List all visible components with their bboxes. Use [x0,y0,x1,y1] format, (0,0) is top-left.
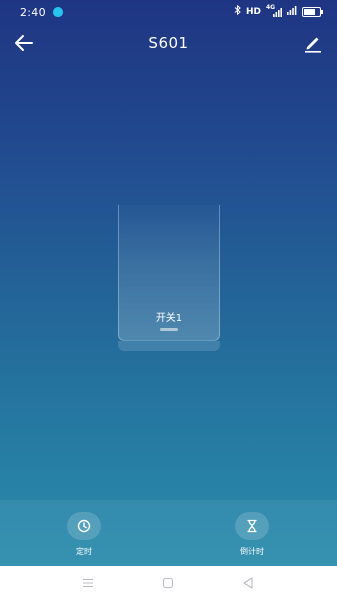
countdown-icon-circle [235,512,269,540]
status-bar: 2:40 HD 4G [0,0,337,26]
status-indicators: HD 4G [234,4,323,18]
timer-button[interactable]: 定时 [54,512,114,557]
nav-menu-button[interactable] [80,575,96,591]
hourglass-icon [247,519,257,533]
edit-button[interactable] [301,31,325,55]
app-notification-icon [53,7,63,17]
timer-icon-circle [67,512,101,540]
signal-icon: 4G [266,4,282,17]
switch-card-shadow [118,341,220,351]
page-title: S601 [148,34,189,52]
bluetooth-icon [234,4,241,18]
nav-home-button[interactable] [160,575,176,591]
switch-indicator [160,328,178,331]
pencil-icon [305,37,321,53]
system-nav-bar [0,566,337,600]
switch-button[interactable]: 开关1 [118,205,220,341]
hd-label: HD [245,6,261,17]
clock-icon [77,519,91,533]
switch-label: 开关1 [155,313,183,324]
nav-back-button[interactable] [240,575,256,591]
app-header: S601 [0,26,337,60]
menu-icon [83,578,93,588]
battery-icon [302,6,323,17]
wifi-icon [287,5,297,18]
status-time: 2:40 [20,6,46,19]
switch-area: 开关1 [118,205,220,351]
timer-label: 定时 [76,547,92,556]
app-screen: 2:40 HD 4G S601 开关1 定时 倒计时 [0,0,337,566]
back-triangle-icon [243,577,253,589]
home-icon [162,577,174,589]
bottom-control-panel [0,500,337,566]
countdown-button[interactable]: 倒计时 [222,512,282,557]
countdown-label: 倒计时 [240,547,264,556]
